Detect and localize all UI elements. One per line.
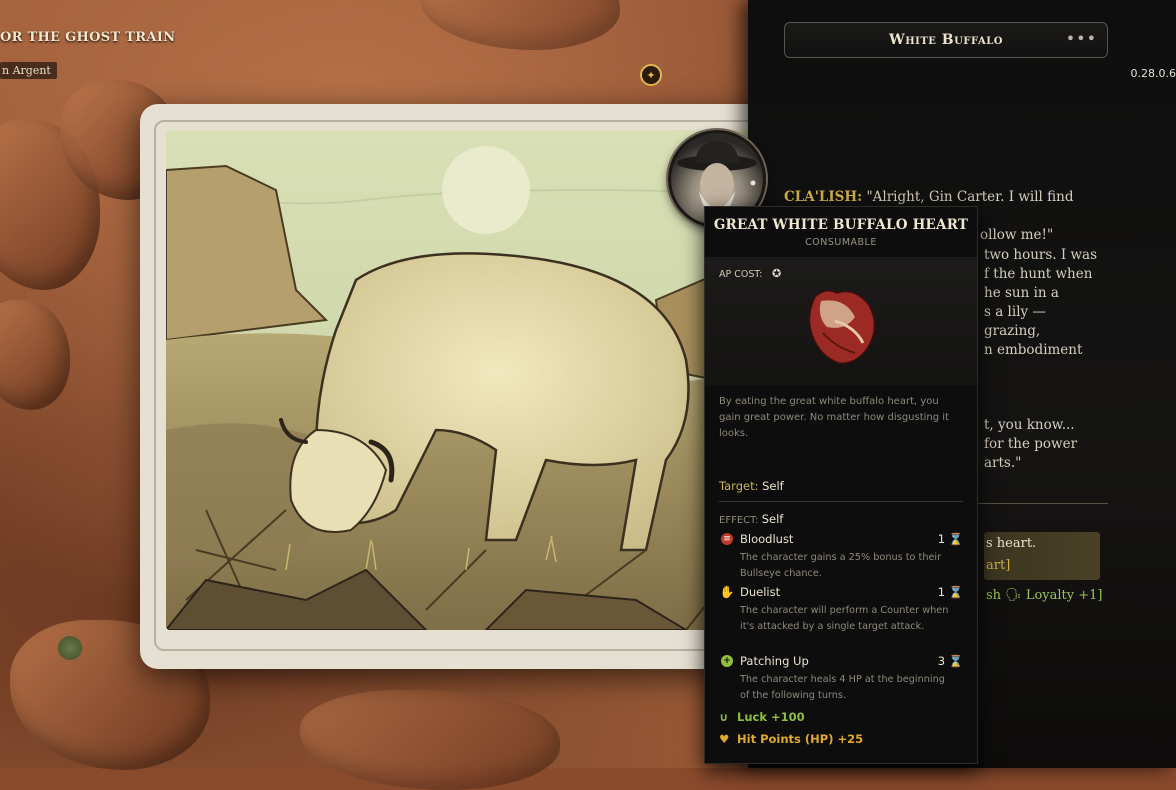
quest-location: n Argent [0,62,57,79]
effect-label: EFFECT: [719,515,759,526]
dialogue-option[interactable]: art] [986,558,1010,573]
item-description: By eating the great white buffalo heart,… [719,396,949,439]
effect-description: The character gains a 25% bonus to their… [740,552,942,579]
effect-value: Self [761,512,784,526]
dialogue-paragraph: t, you know... for the power arts." [984,416,1114,473]
patching-up-icon: + [721,655,733,667]
item-tooltip: Great White Buffalo Heart CONSUMABLE AP … [704,206,978,764]
effect-name: Bloodlust [740,532,794,546]
cactus-icon [58,636,82,660]
game-version: 0.28.0.6 [1130,67,1176,80]
divider [978,503,1108,504]
stat-label: Hit Points (HP) +25 [737,732,864,746]
rock-formation [300,690,560,790]
effect-duration: 1 ⌛ [937,532,963,546]
dialogue-option[interactable]: s heart. [986,536,1036,551]
dialogue-text: for the power [984,436,1078,452]
target-line: Target: Self [719,479,784,493]
dialogue-text: n embodiment [984,342,1083,358]
horseshoe-icon: ∪ [719,710,729,724]
effect-description: The character heals 4 HP at the beginnin… [740,674,945,701]
dialogue-option[interactable]: sh 🗣 Loyalty +1] [986,588,1102,603]
dialogue-text: arts." [984,455,1022,471]
stat-bonus: ∪ Luck +100 [719,710,805,724]
quest-title[interactable]: OR THE GHOST TRAIN [0,30,175,45]
stat-label: Luck +100 [737,710,805,724]
effect-duration: 3 ⌛ [937,654,963,668]
heart-hp-icon: ♥ [719,732,730,746]
effect-name: Duelist [740,585,781,599]
rock-formation [420,0,620,50]
dialogue-paragraph: two hours. I was f the hunt when he sun … [984,246,1104,360]
rock-formation [0,300,70,410]
dialogue-text: t, you know... [984,417,1075,433]
effect-duration: 1 ⌛ [937,585,963,599]
panel-header: White Buffalo ••• [784,22,1108,58]
stat-bonus: ♥ Hit Points (HP) +25 [719,732,863,746]
item-type: CONSUMABLE [805,237,877,248]
more-options-icon[interactable]: ••• [1066,29,1097,48]
effect-line: EFFECT: Self [719,512,783,526]
target-label: Target: [719,479,759,493]
effect-name: Patching Up [740,654,809,668]
ap-cost-label: AP COST: [719,269,763,280]
dialogue-text: s a lily — grazing, [984,304,1046,339]
map-marker-icon[interactable]: ✦ [640,64,662,86]
effect-description: The character will perform a Counter whe… [740,605,949,632]
dialogue-text: f the hunt when [984,266,1093,282]
item-title: Great White Buffalo Heart [713,217,969,233]
bloodlust-icon: ≡ [721,533,733,545]
ap-cost-icon: ✪ [772,267,782,280]
dialogue-text: he sun in a [984,285,1059,301]
target-value: Self [762,479,784,493]
dialogue-text: two hours. I was [984,247,1098,263]
duelist-icon: ✋ [719,585,735,599]
panel-title: White Buffalo [889,32,1003,48]
divider [719,501,963,502]
speaker-name: CLA'LISH: [784,189,863,205]
